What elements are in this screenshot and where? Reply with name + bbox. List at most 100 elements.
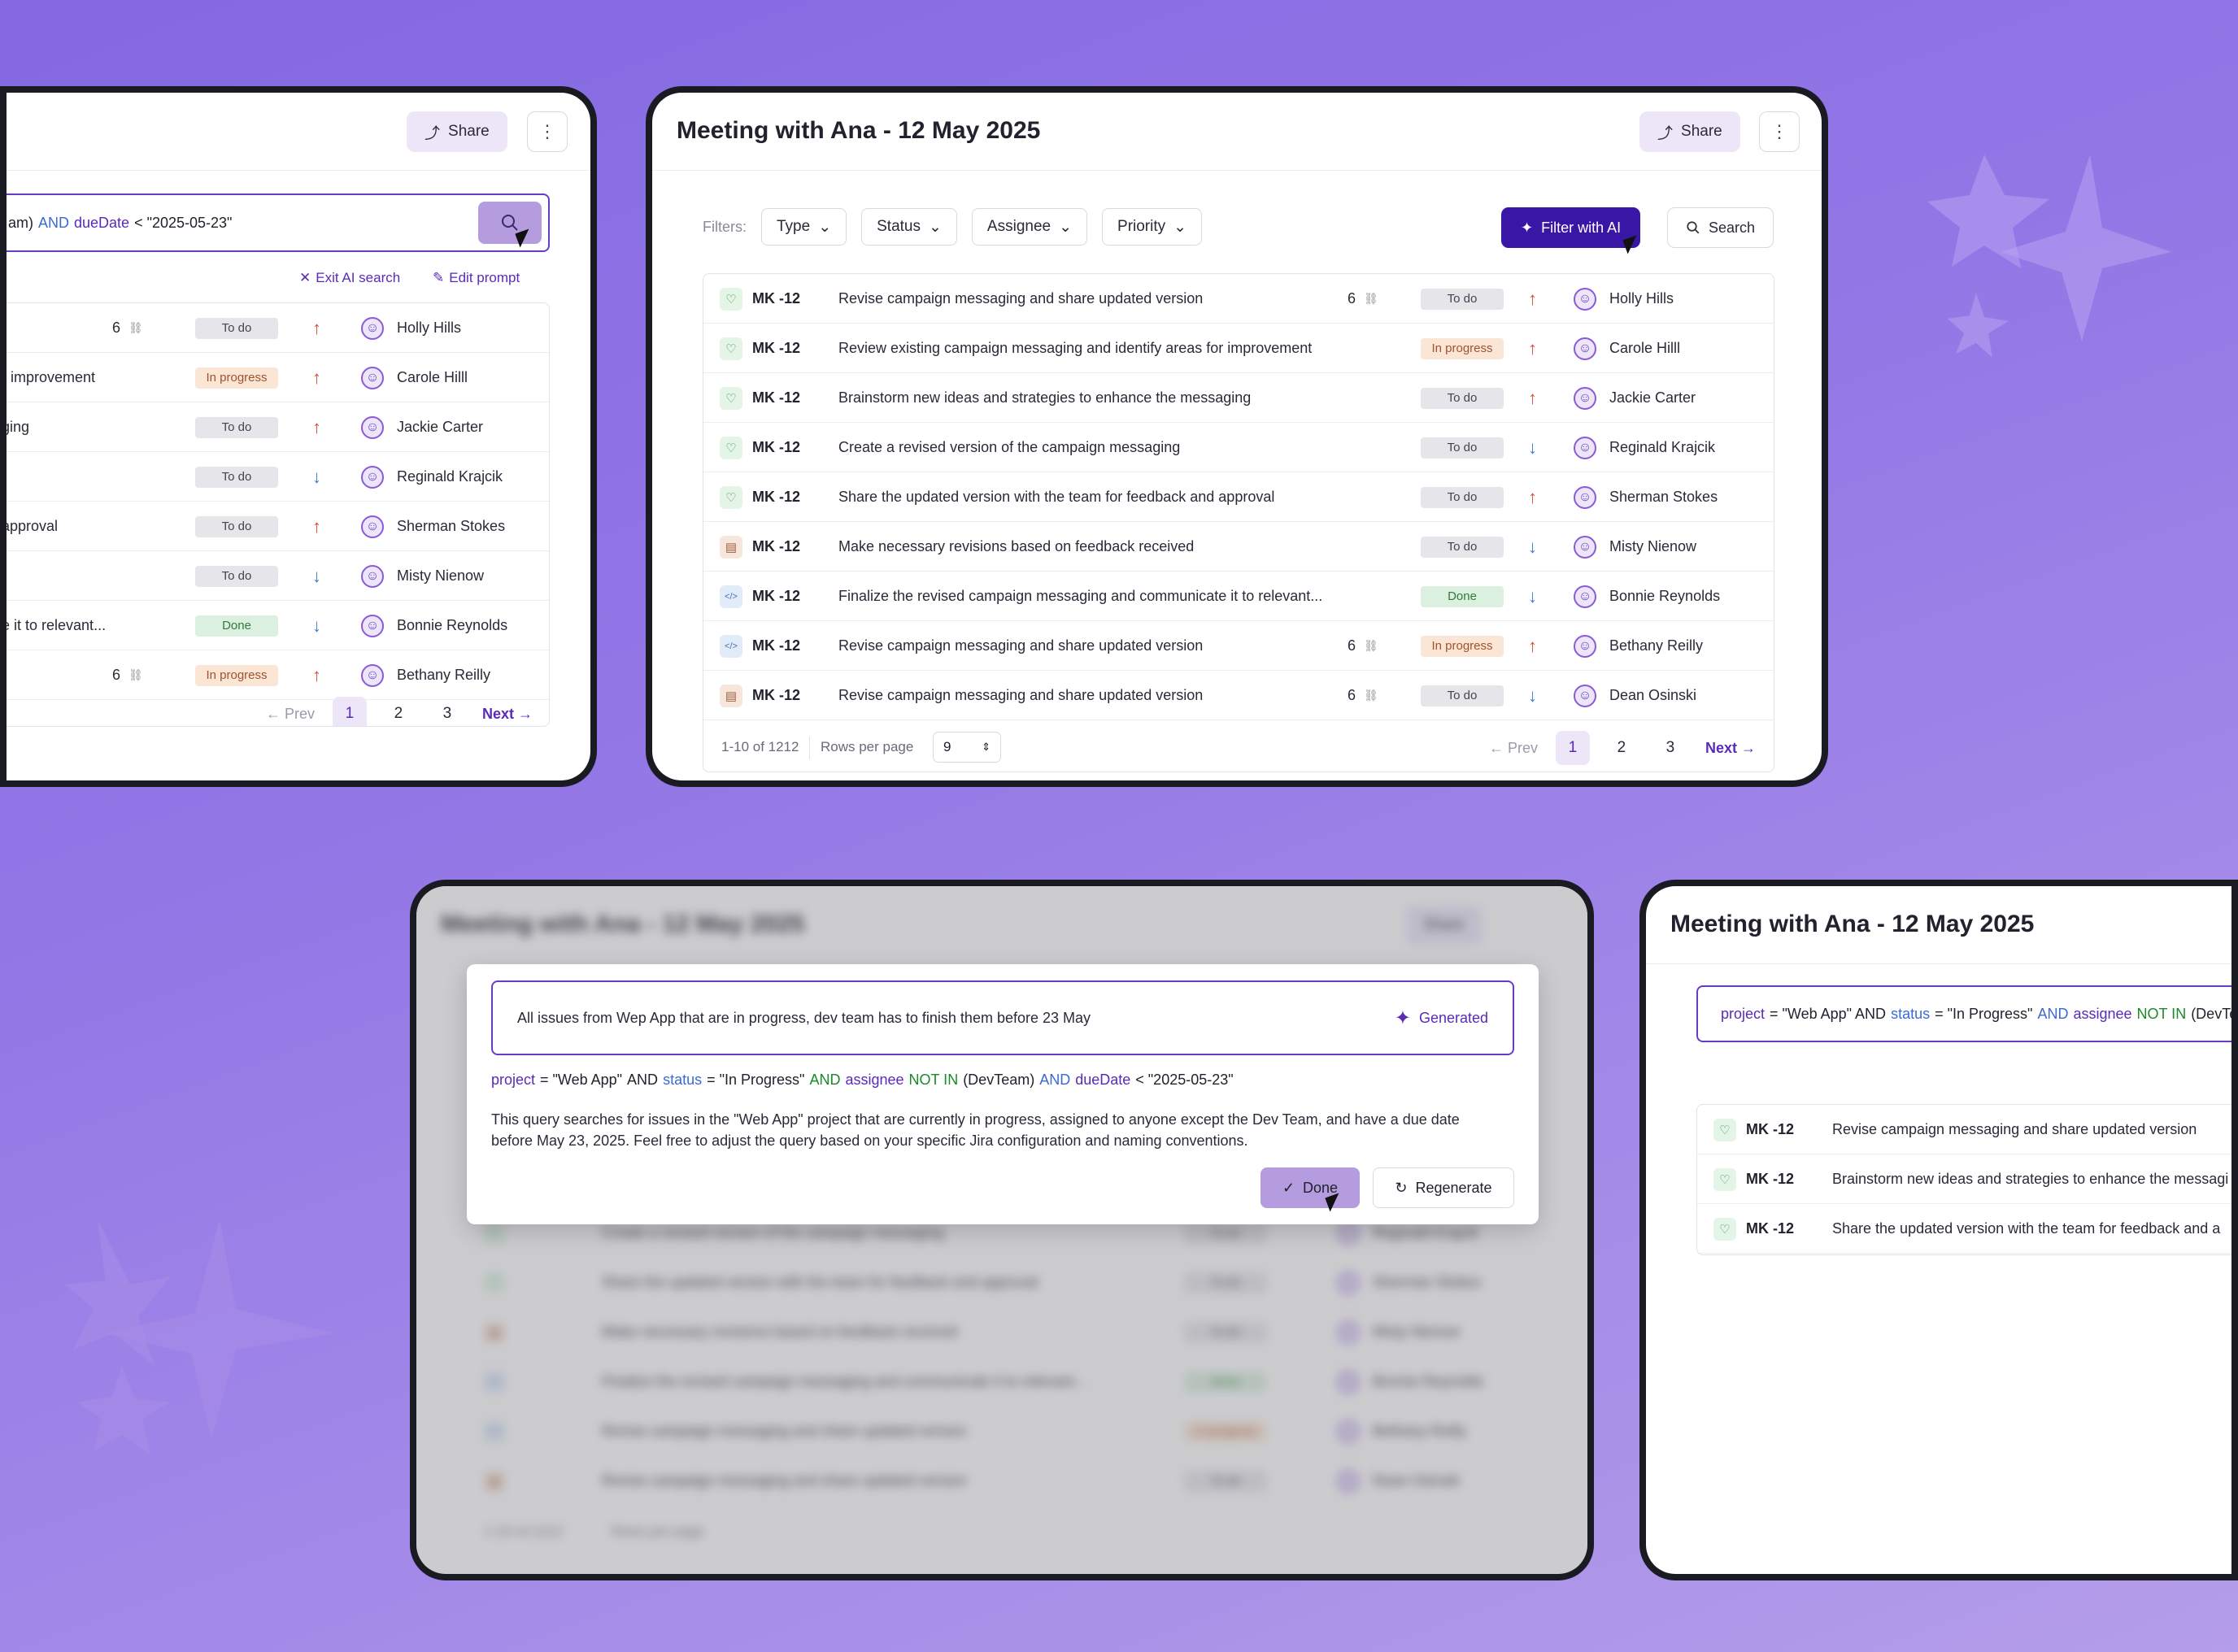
table-row[interactable]: To do ↓ ☺ Misty Nienow xyxy=(7,551,549,601)
subtask-count-text: 6 ⛓ xyxy=(112,320,143,337)
next-button[interactable]: Next → xyxy=(482,706,533,723)
page-1[interactable]: 1 xyxy=(1555,731,1590,765)
table-row[interactable]: ging To do ↑ ☺ Jackie Carter xyxy=(7,402,549,452)
page-3[interactable]: 3 xyxy=(1653,731,1687,765)
issue-summary: Brainstorm new ideas and strategies to e… xyxy=(1832,1154,2228,1204)
table-row[interactable]: approval To do ↑ ☺ Sherman Stokes xyxy=(7,502,549,551)
table-row[interactable]: 6 ⛓ In progress ↑ ☺ Bethany Reilly xyxy=(7,650,549,700)
table-row[interactable]: ♡ MK -12 Brainstorm new ideas and strategi… xyxy=(703,373,1774,423)
issue-key-text: MK -12 xyxy=(752,588,801,604)
issue-key: MK -12 xyxy=(752,423,800,472)
priority-cell: ↓ xyxy=(1528,423,1537,472)
query-explanation: This query searches for issues in the "W… xyxy=(491,1111,1460,1149)
avatar: ☺ xyxy=(361,663,384,687)
table-row[interactable]: ♡ MK -12 Share the updated version with th… xyxy=(703,472,1774,522)
ai-query-input[interactable]: am) AND dueDate < "2025-05-23" xyxy=(7,193,550,252)
avatar: ☺ xyxy=(361,564,384,588)
prompt-input[interactable]: All issues from Wep App that are in prog… xyxy=(491,980,1514,1055)
issue-summary: Review existing campaign messaging and i… xyxy=(838,324,1312,373)
arrow-down-icon: ↓ xyxy=(1528,585,1537,606)
regenerate-button[interactable]: ↻ Regenerate xyxy=(1373,1167,1514,1208)
status-badge: To do xyxy=(195,416,278,438)
stepper-icon: ⇕ xyxy=(982,741,991,753)
issue-type: ♡ xyxy=(1713,1204,1736,1254)
table-row[interactable]: To do ↓ ☺ Reginald Krajcik xyxy=(7,452,549,502)
issue-summary: approval xyxy=(7,502,58,551)
avatar: ☺ xyxy=(361,515,384,538)
table-row[interactable]: e it to relevant... Done ↓ ☺ Bonnie Reynolds xyxy=(7,601,549,650)
more-button[interactable]: ⋮ xyxy=(1759,111,1800,152)
issue-key: MK -12 xyxy=(752,373,800,423)
star-decoration-icon xyxy=(65,1219,333,1455)
priority-cell: ↑ xyxy=(1528,324,1537,373)
search-button[interactable]: Search xyxy=(1667,207,1774,248)
table-row[interactable]: ▤ MK -12 Make necessary revisions based on… xyxy=(703,522,1774,572)
issue-key: MK -12 xyxy=(752,472,800,522)
done-button[interactable]: ✓ Done xyxy=(1261,1167,1360,1208)
document-icon: ▤ xyxy=(720,535,742,559)
next-button[interactable]: Next → xyxy=(1705,740,1756,757)
assignee-name: Dean Osinski xyxy=(1609,687,1697,703)
subtask-count: 6 ⛓ xyxy=(1348,621,1378,671)
filter-type[interactable]: Type ⌄ xyxy=(761,208,847,246)
issue-summary: Finalize the revised campaign messaging … xyxy=(838,572,1322,621)
status-cell: In progress xyxy=(1421,324,1504,373)
share-button[interactable]: ⤴ Share xyxy=(1639,111,1740,152)
page-2[interactable]: 2 xyxy=(381,697,416,726)
arrow-down-icon: ↓ xyxy=(1528,685,1537,706)
status-cell: To do xyxy=(1421,472,1504,522)
summary-text: approval xyxy=(7,518,59,534)
more-button[interactable]: ⋮ xyxy=(527,111,568,152)
page-2[interactable]: 2 xyxy=(1604,731,1639,765)
story-icon: ♡ xyxy=(1713,1118,1736,1141)
assignee-name: Carole Hilll xyxy=(1609,340,1681,356)
issue-key: MK -12 xyxy=(1746,1154,1794,1204)
table-row[interactable]: 6 ⛓ To do ↑ ☺ Holly Hills xyxy=(7,303,549,353)
table-footer: 1-10 of 1212 Rows per page 9 ⇕ ← Prev 1 2… xyxy=(703,724,1774,772)
table-row[interactable]: ♡ MK -12 Review existing campaign messagin… xyxy=(703,324,1774,373)
avatar: ☺ xyxy=(1574,436,1596,459)
left-panel-device: ⤴ Share ⋮ am) AND dueDate < "2025-05-23"… xyxy=(0,86,597,787)
filter-status[interactable]: Status ⌄ xyxy=(861,208,957,246)
avatar: ☺ xyxy=(1574,287,1596,311)
issue-key-text: MK -12 xyxy=(1746,1171,1795,1187)
avatar: ☺ xyxy=(1574,535,1596,559)
table-row[interactable]: r improvement In progress ↑ ☺ Carole Hilll xyxy=(7,353,549,402)
sparkle-icon: ✦ xyxy=(1521,219,1534,236)
table-row[interactable]: </> MK -12 Finalize the revised campaign m… xyxy=(703,572,1774,621)
ai-query-input[interactable]: project = "Web App" AND status = "In Pro… xyxy=(1696,985,2231,1042)
status-badge: To do xyxy=(1421,288,1504,310)
page-3[interactable]: 3 xyxy=(430,697,464,726)
prev-button[interactable]: ← Prev xyxy=(266,706,315,723)
filter-with-ai-button[interactable]: ✦ Filter with AI xyxy=(1501,207,1641,248)
page-1[interactable]: 1 xyxy=(332,697,367,726)
table-row[interactable]: ♡ MK -12 Brainstorm new ideas and strategi… xyxy=(1697,1154,2231,1204)
edit-prompt-link[interactable]: ✎ Edit prompt xyxy=(433,270,520,286)
summary-text: Revise campaign messaging and share upda… xyxy=(838,290,1204,306)
issue-summary: e it to relevant... xyxy=(7,601,106,650)
share-button[interactable]: ⤴ Share xyxy=(407,111,507,152)
rows-per-page-select[interactable]: 9 ⇕ xyxy=(933,732,1001,763)
table-row[interactable]: ▤ MK -12 Revise campaign messaging and sha… xyxy=(703,671,1774,720)
prev-button[interactable]: ← Prev xyxy=(1489,740,1538,757)
table-row[interactable]: </> MK -12 Revise campaign messaging and s… xyxy=(703,621,1774,671)
summary-text: e it to relevant... xyxy=(7,617,107,633)
table-row[interactable]: ♡ MK -12 Revise campaign messaging and sha… xyxy=(703,274,1774,324)
summary-text: ging xyxy=(7,419,30,435)
filter-priority[interactable]: Priority ⌄ xyxy=(1102,208,1203,246)
issue-type: ▤ xyxy=(720,522,742,572)
table-row[interactable]: ♡ MK -12 Share the updated version with th… xyxy=(1697,1204,2231,1254)
exit-ai-search-link[interactable]: ✕ Exit AI search xyxy=(299,270,400,286)
issue-summary: Revise campaign messaging and share upda… xyxy=(838,671,1203,720)
generated-query: project = "Web App" AND status = "In Pro… xyxy=(491,1072,1234,1088)
subtask-count: 6 ⛓ xyxy=(112,650,143,700)
table-row[interactable]: ♡ MK -12 Revise campaign messaging and sha… xyxy=(1697,1105,2231,1154)
issue-summary: Share the updated version with the team … xyxy=(838,472,1274,522)
priority-cell: ↓ xyxy=(312,551,321,601)
subtask-count: 6 ⛓ xyxy=(1348,671,1378,720)
status-badge: To do xyxy=(195,565,278,587)
table-row[interactable]: ♡ MK -12 Create a revised version of the c… xyxy=(703,423,1774,472)
summary-text: Brainstorm new ideas and strategies to e… xyxy=(838,389,1252,406)
edit-icon: ✎ xyxy=(433,270,445,285)
filter-assignee[interactable]: Assignee ⌄ xyxy=(971,208,1088,246)
